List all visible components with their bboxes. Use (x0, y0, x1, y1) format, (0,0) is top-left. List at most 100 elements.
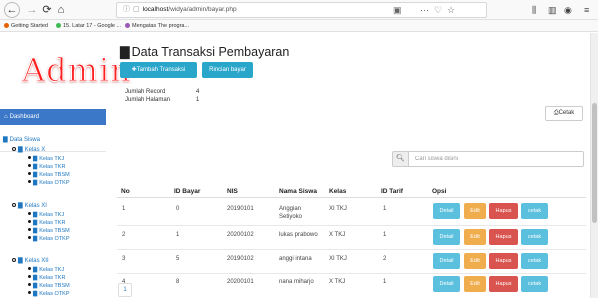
page-scrollbar[interactable] (590, 33, 598, 298)
bullet-icon (28, 164, 31, 167)
cell-no: 1 (122, 206, 126, 212)
menu-icon[interactable]: ≡ (584, 3, 589, 17)
sidebar-toggle-icon[interactable]: ▥ (548, 3, 557, 17)
sidebar-item-kelas-xii-tkj[interactable]: ▇ Kelas TKJ (28, 266, 64, 274)
page-count-label: Jumlah Halaman (125, 97, 171, 103)
row-print-button[interactable]: cetak (521, 229, 548, 245)
search-input[interactable] (408, 151, 584, 167)
sidebar-item-kelas-xi-tbsm[interactable]: ▇ Kelas TBSM (28, 227, 70, 235)
payment-detail-button[interactable]: Rincian bayar (202, 62, 253, 78)
cell-nis: 20200101 (227, 279, 254, 285)
row-divider (117, 249, 586, 250)
delete-button[interactable]: Hapus (489, 203, 518, 219)
bookmark-item[interactable]: Getting Started (4, 20, 48, 32)
library-icon[interactable]: ⫼ (532, 3, 536, 17)
pocket-icon[interactable]: ♡ (434, 3, 442, 17)
edit-button[interactable]: Edit (464, 276, 486, 292)
sidebar-item-kelas-xii-otkp[interactable]: ▇ Kelas OTKP (28, 290, 70, 298)
back-arrow-icon[interactable]: ← (4, 2, 20, 18)
dashboard-icon: ▇ (33, 220, 38, 226)
row-divider (117, 225, 586, 226)
sidebar-section-data-siswa[interactable]: ▇ Data Siswa (3, 136, 40, 144)
page-content: Admin ⌂ Dashboard ▇ Data Siswa ▇ Kelas X ▇ K… (0, 33, 590, 298)
column-header-nis: NIS (227, 188, 238, 195)
cell-nama-siswa: anggi intana (279, 256, 312, 262)
column-header-opsi: Opsi (432, 188, 447, 195)
sidebar-item-kelas-x-tkj[interactable]: ▇ Kelas TKJ (28, 155, 64, 163)
edit-button[interactable]: Edit (464, 229, 486, 245)
bookmark-star-icon[interactable]: ☆ (447, 3, 455, 17)
cell-id-bayar: 5 (176, 256, 180, 262)
forward-arrow-icon[interactable]: → (24, 2, 40, 18)
brand-logo[interactable]: Admin (22, 54, 132, 87)
bookmark-item[interactable]: 15. Latar 17 - Google ... (56, 20, 121, 32)
dashboard-icon: ▇ (33, 172, 38, 178)
reader-view-icon[interactable]: ▣ (393, 3, 402, 17)
sidebar-group-kelas-xi[interactable]: ▇ Kelas XI (12, 202, 47, 210)
record-count-label: Jumlah Record (125, 89, 166, 95)
cell-nama-siswa: nana miharjo (279, 279, 314, 285)
sidebar-group-kelas-xii[interactable]: ▇ Kelas XII (12, 257, 49, 265)
detail-button[interactable]: Detail (433, 276, 460, 292)
page-title: ▇ Data Transaksi Pembayaran (120, 45, 290, 59)
sidebar-item-kelas-x-tkr[interactable]: ▇ Kelas TKR (28, 163, 65, 171)
dashboard-icon: ▇ (33, 180, 38, 186)
dashboard-icon: ▇ (120, 45, 130, 59)
dashboard-icon: ▇ (33, 275, 38, 281)
sidebar-item-kelas-xi-otkp[interactable]: ▇ Kelas OTKP (28, 235, 70, 243)
bullet-icon (28, 236, 31, 239)
page-count-value: 1 (196, 97, 200, 103)
cell-kelas: XI TKJ (329, 206, 347, 212)
dashboard-icon: ▇ (33, 267, 38, 273)
bullet-icon (28, 212, 31, 215)
bullet-icon (28, 172, 31, 175)
row-print-button[interactable]: cetak (521, 276, 548, 292)
url-path: /widya/admin/bayar.php (168, 6, 237, 13)
address-bar[interactable]: ⓘ ▢ localhost/widya/admin/bayar.php (116, 2, 487, 18)
table-header-divider (117, 197, 586, 198)
bullet-icon (28, 291, 31, 294)
sidebar-item-kelas-x-otkp[interactable]: ▇ Kelas OTKP (28, 179, 70, 187)
bookmark-icon (125, 23, 130, 28)
detail-button[interactable]: Detail (433, 253, 460, 269)
print-button[interactable]: ⎙Cetak (545, 106, 583, 121)
bullet-icon (28, 283, 31, 286)
account-icon[interactable]: ◉ (564, 3, 572, 17)
sidebar-item-kelas-xii-tbsm[interactable]: ▇ Kelas TBSM (28, 282, 70, 290)
column-header-no: No (121, 188, 130, 195)
cell-id-tarif: 1 (383, 279, 387, 285)
dashboard-icon: ▇ (33, 283, 38, 289)
dashboard-icon: ▇ (33, 212, 38, 218)
sidebar-item-dashboard[interactable]: ⌂ Dashboard (0, 109, 106, 125)
sidebar-item-kelas-xi-tkr[interactable]: ▇ Kelas TKR (28, 219, 65, 227)
delete-button[interactable]: Hapus (489, 253, 518, 269)
bookmark-item[interactable]: Mengatas The progra... (125, 20, 189, 32)
page-icon: ▢ (133, 6, 140, 13)
row-print-button[interactable]: cetak (521, 253, 548, 269)
edit-button[interactable]: Edit (464, 253, 486, 269)
cell-id-tarif: 1 (383, 232, 387, 238)
edit-button[interactable]: Edit (464, 203, 486, 219)
firefox-icon (4, 23, 9, 28)
cell-id-tarif: 2 (383, 256, 387, 262)
page-actions-icon[interactable]: ⋯ (420, 3, 429, 17)
delete-button[interactable]: Hapus (489, 276, 518, 292)
home-icon[interactable]: ⌂ (53, 2, 69, 18)
dashboard-icon: ▇ (3, 137, 8, 143)
sidebar-item-kelas-xii-tkr[interactable]: ▇ Kelas TKR (28, 274, 65, 282)
cell-nis: 20190101 (227, 206, 254, 212)
dashboard-icon: ▇ (33, 291, 38, 297)
detail-button[interactable]: Detail (433, 229, 460, 245)
sidebar-group-kelas-x[interactable]: ▇ Kelas X (12, 146, 45, 154)
pagination-page-1[interactable]: 1 (118, 283, 132, 297)
detail-button[interactable]: Detail (433, 203, 460, 219)
cell-kelas: XI TKJ (329, 256, 347, 262)
row-print-button[interactable]: cetak (521, 203, 548, 219)
sidebar-item-kelas-x-tbsm[interactable]: ▇ Kelas TBSM (28, 171, 70, 179)
bullet-icon (28, 220, 31, 223)
delete-button[interactable]: Hapus (489, 229, 518, 245)
add-transaction-button[interactable]: ✚Tambah Transaksi (120, 62, 197, 78)
scrollbar-thumb[interactable] (592, 103, 597, 223)
sidebar-item-kelas-xi-tkj[interactable]: ▇ Kelas TKJ (28, 211, 64, 219)
search-icon: 🔍︎ (392, 151, 409, 167)
